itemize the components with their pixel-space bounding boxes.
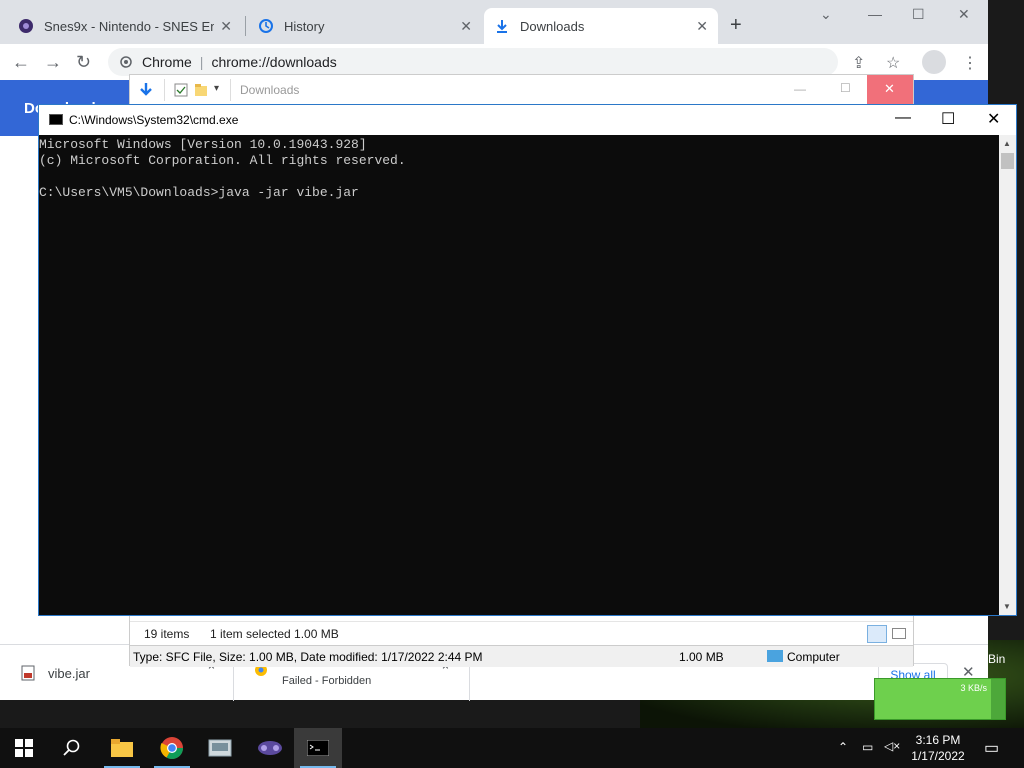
cmd-title: C:\Windows\System32\cmd.exe bbox=[69, 113, 239, 127]
utility-app-icon bbox=[208, 739, 232, 757]
close-button[interactable]: ✕ bbox=[987, 109, 1000, 129]
scroll-down-icon[interactable]: ▼ bbox=[1003, 602, 1011, 611]
close-button[interactable]: ✕ bbox=[867, 75, 913, 105]
taskbar-file-explorer[interactable] bbox=[98, 728, 146, 768]
reload-button[interactable]: ↻ bbox=[76, 52, 91, 73]
download-icon bbox=[497, 20, 507, 33]
snes9x-icon bbox=[258, 741, 282, 755]
network-icon[interactable]: ▭ bbox=[862, 740, 873, 754]
share-icon[interactable]: ⇪ bbox=[852, 53, 865, 73]
taskbar-snes9x[interactable] bbox=[246, 728, 294, 768]
tab-search-icon[interactable]: ⌄ bbox=[820, 6, 832, 23]
back-button[interactable]: ← bbox=[12, 52, 30, 73]
taskbar-app[interactable] bbox=[196, 728, 244, 768]
tab-label: Downloads bbox=[520, 18, 585, 34]
minimize-button[interactable]: — bbox=[794, 82, 806, 96]
snes9x-icon bbox=[19, 19, 33, 33]
profile-avatar[interactable] bbox=[922, 50, 946, 74]
start-button[interactable] bbox=[0, 728, 48, 768]
scroll-up-icon[interactable]: ▲ bbox=[1003, 139, 1011, 148]
cmd-icon bbox=[49, 114, 63, 125]
notifications-icon[interactable]: ▭ bbox=[984, 738, 999, 758]
close-icon[interactable]: ✕ bbox=[460, 18, 472, 35]
taskbar: ⌃ ▭ ◁× 3:16 PM 1/17/2022 ▭ bbox=[0, 728, 1024, 768]
close-button[interactable]: ✕ bbox=[958, 6, 970, 23]
explorer-title: Downloads bbox=[240, 83, 300, 97]
cmd-titlebar: C:\Windows\System32\cmd.exe — ☐ ✕ bbox=[39, 105, 1016, 135]
close-icon: ✕ bbox=[884, 81, 895, 96]
network-meter-widget[interactable]: 3 KB/s bbox=[874, 678, 1006, 720]
file-size: 1.00 MB bbox=[679, 650, 724, 664]
tab-label: History bbox=[284, 18, 325, 34]
windows-icon bbox=[15, 739, 33, 757]
recycle-bin-label[interactable]: Bin bbox=[988, 652, 1005, 666]
divider bbox=[164, 79, 165, 101]
download-arrow-icon bbox=[140, 83, 152, 96]
folder-icon[interactable] bbox=[194, 83, 208, 97]
taskbar-cmd[interactable] bbox=[294, 728, 342, 768]
download-filename: vibe.jar bbox=[48, 666, 90, 681]
url-text[interactable]: chrome://downloads bbox=[211, 54, 336, 70]
close-icon[interactable]: ✕ bbox=[696, 18, 708, 35]
selection-info: 1 item selected 1.00 MB bbox=[210, 627, 339, 641]
cmd-icon bbox=[307, 740, 329, 756]
explorer-details-bar: Type: SFC File, Size: 1.00 MB, Date modi… bbox=[130, 645, 913, 667]
properties-icon[interactable] bbox=[174, 83, 188, 97]
jar-file-icon bbox=[21, 665, 35, 681]
taskbar-chrome[interactable] bbox=[148, 728, 196, 768]
console-line: Microsoft Windows [Version 10.0.19043.92… bbox=[39, 137, 367, 152]
details-view-icon[interactable] bbox=[867, 625, 887, 643]
tab-downloads[interactable]: Downloads ✕ bbox=[484, 8, 718, 44]
menu-kebab-icon[interactable]: ⋮ bbox=[962, 53, 978, 73]
download-status: Failed - Forbidden bbox=[282, 675, 372, 687]
clock-date: 1/17/2022 bbox=[911, 749, 965, 763]
cmd-console[interactable]: Microsoft Windows [Version 10.0.19043.92… bbox=[39, 135, 1000, 615]
maximize-button[interactable]: ☐ bbox=[912, 6, 925, 23]
item-count: 19 items bbox=[144, 627, 190, 641]
widget-scroll[interactable] bbox=[991, 679, 1005, 719]
file-details: Type: SFC File, Size: 1.00 MB, Date modi… bbox=[133, 650, 483, 664]
cmd-window: C:\Windows\System32\cmd.exe — ☐ ✕ Micros… bbox=[38, 104, 1017, 616]
new-tab-button[interactable]: + bbox=[730, 14, 742, 37]
tiles-view-icon[interactable] bbox=[892, 628, 906, 639]
divider bbox=[230, 79, 231, 101]
search-button[interactable] bbox=[48, 728, 96, 768]
maximize-button[interactable]: ☐ bbox=[941, 109, 955, 129]
location-label: Computer bbox=[787, 650, 840, 664]
console-line: (c) Microsoft Corporation. All rights re… bbox=[39, 153, 406, 168]
chevron-up-icon[interactable]: ⌃ bbox=[838, 740, 848, 754]
clock[interactable]: 3:16 PM 1/17/2022 bbox=[906, 732, 970, 764]
tab-history[interactable]: History ✕ bbox=[248, 8, 482, 44]
chevron-down-icon[interactable]: ▾ bbox=[214, 83, 219, 94]
tab-separator bbox=[245, 16, 246, 36]
explorer-status-bar: 19 items 1 item selected 1.00 MB bbox=[130, 621, 913, 645]
bookmark-star-icon[interactable]: ☆ bbox=[886, 53, 900, 73]
clock-time: 3:16 PM bbox=[915, 733, 961, 747]
folder-icon bbox=[111, 739, 133, 757]
address-bar[interactable]: Chrome | chrome://downloads bbox=[108, 48, 838, 76]
computer-icon bbox=[767, 650, 783, 662]
scroll-thumb[interactable] bbox=[1001, 153, 1014, 169]
explorer-titlebar: ▾ Downloads — ☐ ✕ bbox=[130, 75, 913, 105]
history-icon bbox=[259, 19, 273, 33]
console-line: C:\Users\VM5\Downloads>java -jar vibe.ja… bbox=[39, 185, 359, 200]
forward-button[interactable]: → bbox=[44, 52, 62, 73]
search-icon bbox=[63, 739, 80, 756]
close-icon[interactable]: ✕ bbox=[220, 18, 232, 35]
tab-snes9x[interactable]: Snes9x - Nintendo - SNES Emulator ✕ bbox=[8, 8, 242, 44]
url-separator: | bbox=[199, 54, 204, 70]
minimize-button[interactable]: — bbox=[868, 6, 882, 22]
chrome-icon bbox=[160, 737, 183, 759]
network-speed: 3 KB/s bbox=[960, 683, 987, 693]
cmd-scrollbar[interactable]: ▲ ▼ bbox=[999, 135, 1016, 615]
chrome-page-icon bbox=[120, 56, 132, 68]
site-chip: Chrome bbox=[142, 54, 192, 70]
minimize-button[interactable]: — bbox=[895, 109, 911, 127]
maximize-button[interactable]: ☐ bbox=[840, 81, 851, 95]
tab-strip: Snes9x - Nintendo - SNES Emulator ✕ Hist… bbox=[0, 0, 988, 44]
volume-muted-icon[interactable]: ◁× bbox=[884, 739, 900, 753]
tab-label: Snes9x - Nintendo - SNES Emulator bbox=[44, 18, 214, 34]
